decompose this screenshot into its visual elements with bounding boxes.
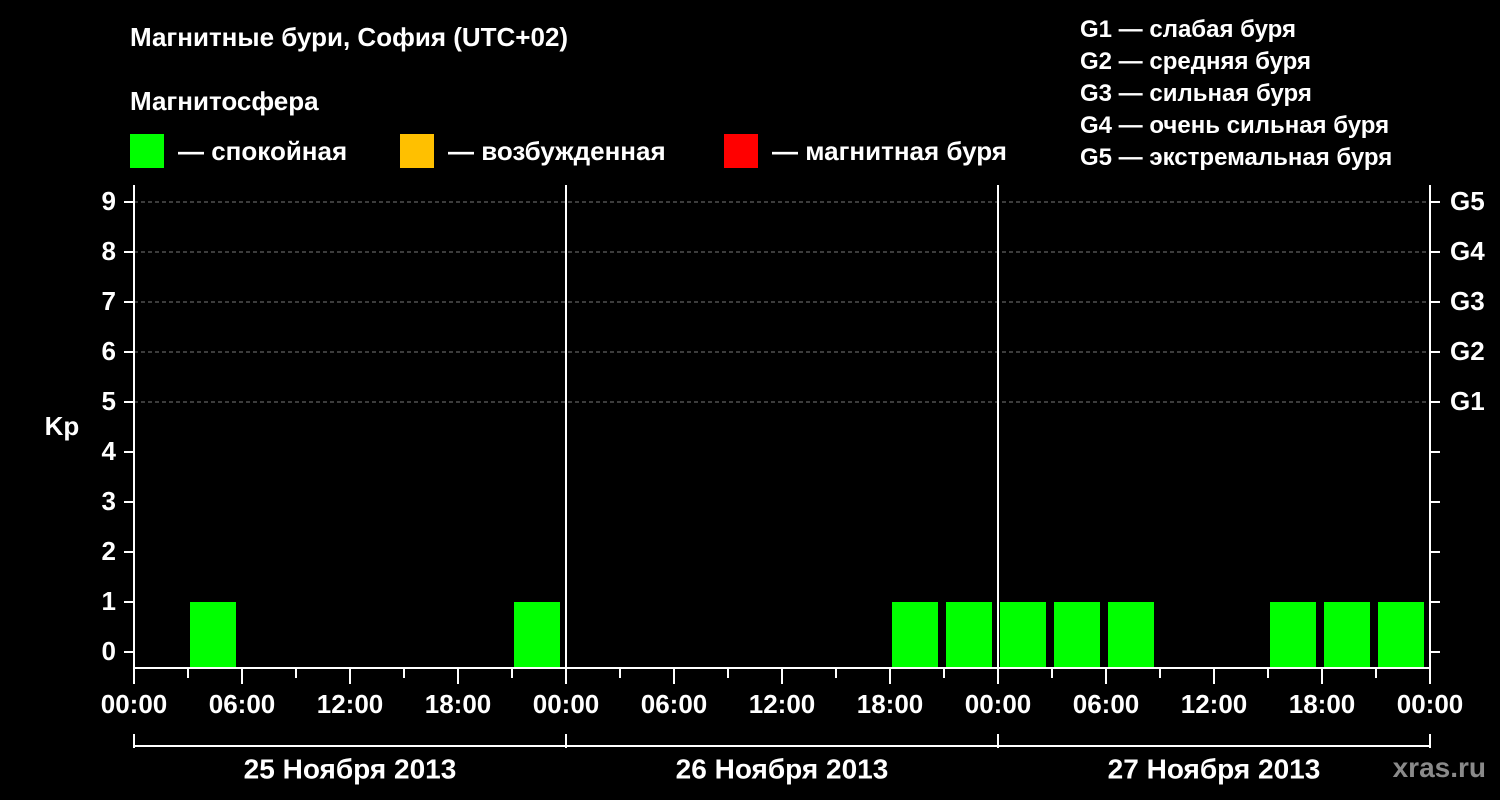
day-label: 27 Ноября 2013 bbox=[1108, 753, 1321, 784]
x-tick-label: 12:00 bbox=[317, 689, 384, 719]
x-tick-label: 12:00 bbox=[1181, 689, 1248, 719]
y-tick-label: 6 bbox=[102, 336, 116, 366]
kp-bar bbox=[946, 602, 992, 668]
watermark: xras.ru bbox=[1392, 752, 1486, 783]
x-tick-label: 06:00 bbox=[641, 689, 708, 719]
g-axis-label: G3 bbox=[1450, 286, 1485, 316]
x-tick-label: 06:00 bbox=[1073, 689, 1140, 719]
x-tick-label: 00:00 bbox=[101, 689, 168, 719]
x-tick-label: 18:00 bbox=[1289, 689, 1356, 719]
g-axis-label: G4 bbox=[1450, 236, 1485, 266]
y-tick-label: 4 bbox=[102, 436, 117, 466]
kp-bar bbox=[514, 602, 560, 668]
y-tick-label: 0 bbox=[102, 636, 116, 666]
kp-bar bbox=[1378, 602, 1424, 668]
g-axis-label: G2 bbox=[1450, 336, 1485, 366]
kp-bar bbox=[1324, 602, 1370, 668]
g-axis-label: G5 bbox=[1450, 186, 1485, 216]
y-tick-label: 7 bbox=[102, 286, 116, 316]
day-label: 26 Ноября 2013 bbox=[676, 753, 889, 784]
kp-bar bbox=[1270, 602, 1316, 668]
y-tick-label: 5 bbox=[102, 386, 116, 416]
y-tick-label: 9 bbox=[102, 186, 116, 216]
x-tick-label: 18:00 bbox=[425, 689, 492, 719]
x-tick-label: 00:00 bbox=[965, 689, 1032, 719]
y-tick-label: 8 bbox=[102, 236, 116, 266]
x-tick-label: 18:00 bbox=[857, 689, 924, 719]
kp-bar bbox=[190, 602, 236, 668]
y-tick-label: 3 bbox=[102, 486, 116, 516]
y-tick-label: 1 bbox=[102, 586, 116, 616]
kp-bar bbox=[1054, 602, 1100, 668]
x-tick-label: 00:00 bbox=[1397, 689, 1464, 719]
kp-chart: 0 1 2 3 4 5 6 7 8 9 G1 G2 G3 G4 G5 Kp 00:00 06:00 12:00 18:… bbox=[45, 185, 1485, 784]
y-tick-label: 2 bbox=[102, 536, 116, 566]
y-axis-title: Kp bbox=[45, 411, 80, 441]
kp-bar bbox=[1000, 602, 1046, 668]
x-tick-label: 00:00 bbox=[533, 689, 600, 719]
kp-bar bbox=[1108, 602, 1154, 668]
day-label: 25 Ноября 2013 bbox=[244, 753, 457, 784]
x-tick-label: 12:00 bbox=[749, 689, 816, 719]
g-axis-label: G1 bbox=[1450, 386, 1485, 416]
x-tick-label: 06:00 bbox=[209, 689, 276, 719]
kp-bar bbox=[892, 602, 938, 668]
